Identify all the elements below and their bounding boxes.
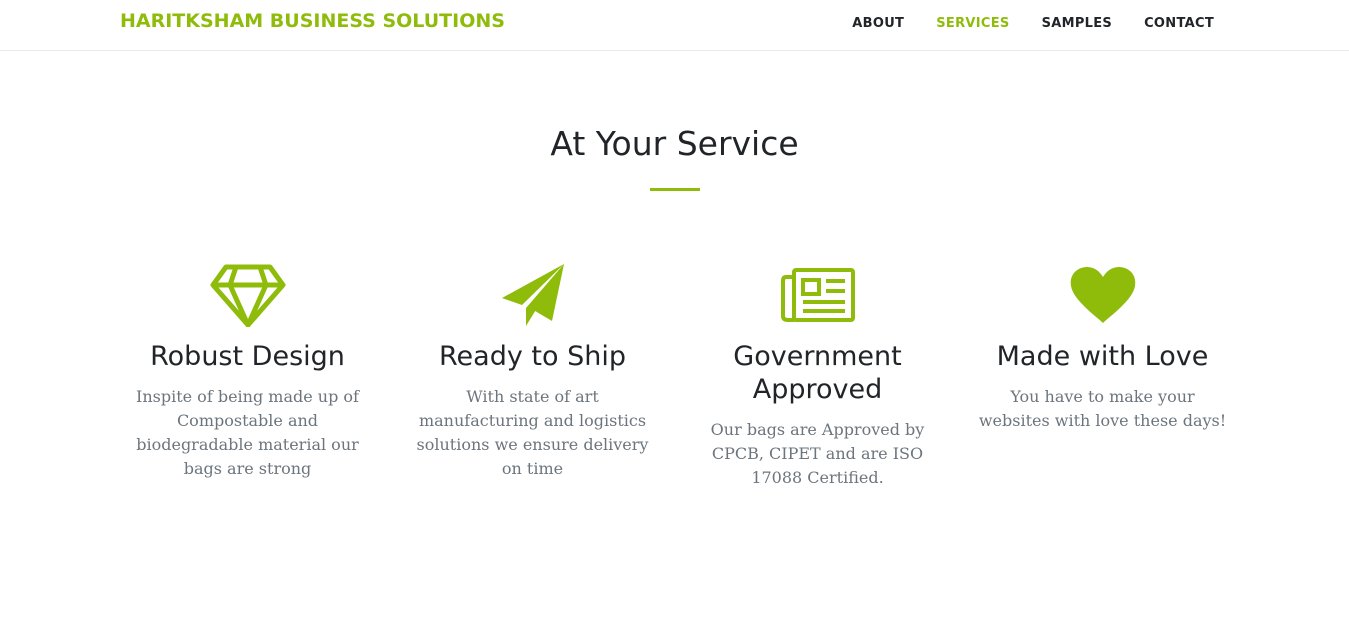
service-title: Government Approved	[733, 341, 902, 405]
service-government-approved: Government Approved Our bags are Approve…	[675, 262, 960, 490]
nav-link-services[interactable]: SERVICES	[936, 16, 1009, 31]
newspaper-icon	[780, 268, 855, 322]
service-title: Made with Love	[996, 341, 1209, 372]
services-row: Robust Design Inspite of being made up o…	[105, 262, 1245, 490]
service-robust-design: Robust Design Inspite of being made up o…	[105, 262, 390, 490]
service-made-with-love: Made with Love You have to make your web…	[960, 262, 1245, 490]
diamond-icon	[210, 264, 285, 327]
nav-menu: ABOUT SERVICES SAMPLES CONTACT	[852, 14, 1214, 32]
nav-item-contact: CONTACT	[1144, 14, 1214, 32]
heart-icon	[1070, 267, 1135, 323]
paper-plane-icon	[501, 264, 564, 326]
service-text: With state of art manufacturing and logi…	[416, 387, 649, 478]
title-divider	[650, 188, 700, 191]
service-ready-to-ship: Ready to Ship With state of art manufact…	[390, 262, 675, 490]
nav-item-samples: SAMPLES	[1042, 14, 1113, 32]
service-text: You have to make your websites with love…	[978, 387, 1227, 430]
service-title: Robust Design	[150, 341, 345, 372]
service-text: Our bags are Approved by CPCB, CIPET and…	[710, 420, 925, 487]
service-title: Ready to Ship	[439, 341, 626, 372]
nav-link-about[interactable]: ABOUT	[852, 16, 904, 31]
service-text: Inspite of being made up of Compostable …	[136, 387, 359, 478]
nav-item-services: SERVICES	[936, 14, 1009, 32]
nav-link-contact[interactable]: CONTACT	[1144, 16, 1214, 31]
brand-link[interactable]: HARITKSHAM BUSINESS SOLUTIONS	[120, 10, 505, 32]
nav-item-about: ABOUT	[852, 14, 904, 32]
section-title: At Your Service	[550, 124, 799, 163]
nav-link-samples[interactable]: SAMPLES	[1042, 16, 1113, 31]
navbar: HARITKSHAM BUSINESS SOLUTIONS ABOUT SERV…	[0, 0, 1349, 51]
